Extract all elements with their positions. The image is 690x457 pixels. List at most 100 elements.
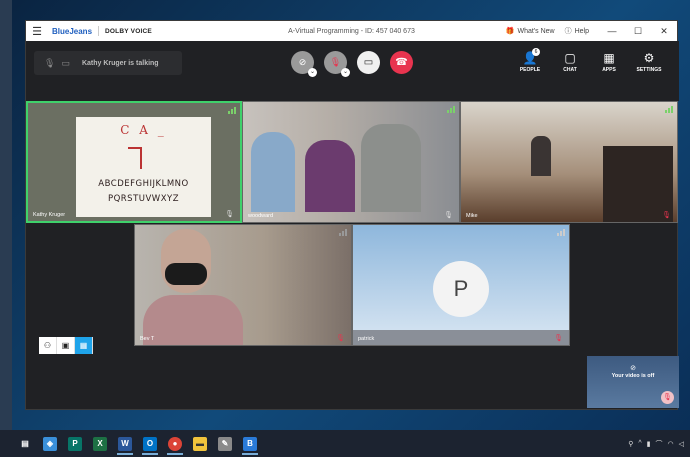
hangman-beam — [128, 147, 142, 149]
chevron-up-icon[interactable]: ^ — [638, 440, 641, 447]
people-count-badge: 6 — [532, 48, 540, 56]
apps-icon: ▦ — [603, 51, 615, 65]
signal-icon — [447, 106, 455, 113]
mic-off-icon[interactable]: 🎙 — [661, 391, 674, 404]
volume-icon[interactable]: ◁ — [679, 440, 684, 448]
hangman-post — [140, 147, 142, 169]
whiteboard-alphabet-line1: ABCDEFGHIJKLMNO — [98, 179, 189, 189]
person-silhouette — [531, 136, 551, 176]
chrome-icon[interactable]: ● — [164, 433, 186, 455]
publisher-icon[interactable]: P — [64, 433, 86, 455]
speaker-view-icon[interactable]: ▣ — [57, 337, 75, 354]
help-link[interactable]: ⓘ Help — [565, 26, 589, 36]
share-screen-button[interactable]: ▭ — [357, 51, 380, 74]
signal-icon — [665, 106, 673, 113]
task-view-icon[interactable]: ▤ — [14, 433, 36, 455]
bluejeans-logo: BlueJeans — [52, 26, 93, 36]
participant-name: Kathy Kruger — [33, 212, 66, 218]
mic-off-icon: 🎙 — [336, 335, 345, 342]
logo-divider — [98, 26, 100, 36]
system-tray: ⚲ ^ ▮ ⌒ ◠ ◁ — [628, 430, 684, 457]
screen-share-icon: ▭ — [363, 57, 374, 68]
whiteboard-top-text: C A _ — [120, 123, 167, 137]
whats-new-link[interactable]: 🎁 What's New — [505, 27, 555, 36]
chevron-down-icon[interactable]: ⌄ — [341, 68, 350, 77]
video-tile-patrick[interactable]: P patrick 🎙 — [352, 224, 570, 346]
maps-icon[interactable]: ◈ — [39, 433, 61, 455]
person-body — [143, 295, 243, 345]
help-label: Help — [574, 27, 589, 35]
video-toggle-button[interactable]: ⊘ ⌄ — [291, 51, 317, 77]
settings-label: SETTINGS — [636, 67, 662, 73]
mic-icon: 🎙 — [44, 57, 56, 68]
video-off-icon: ⊘ — [298, 57, 307, 67]
whats-new-label: What's New — [517, 27, 555, 35]
bluejeans-window: ☰ BlueJeans DOLBY VOICE A-Virtual Progra… — [25, 20, 679, 410]
video-tile-kathy[interactable]: C A _ ABCDEFGHIJKLMNO PQRSTUVWXYZ Kathy … — [26, 101, 242, 223]
chat-button[interactable]: ▢ CHAT — [553, 51, 587, 73]
participant-name: woodward — [248, 213, 274, 219]
video-tile-woodward[interactable]: woodward 🎙 — [242, 101, 460, 223]
windows-taskbar: ▤ ◈ P X W O ● ▬ ✎ B ⚲ ^ ▮ ⌒ ◠ ◁ — [0, 430, 690, 457]
participant-name: patrick — [358, 336, 375, 342]
people-button[interactable]: 👤 6 PEOPLE — [513, 48, 547, 73]
title-bar: ☰ BlueJeans DOLBY VOICE A-Virtual Progra… — [26, 21, 677, 41]
people-icon[interactable]: ⚲ — [628, 440, 633, 448]
dolby-voice-logo: DOLBY VOICE — [105, 27, 152, 35]
network-icon[interactable]: ⌒ — [656, 439, 663, 449]
camera-icon: ▭ — [61, 57, 70, 68]
help-icon: ⓘ — [564, 28, 572, 35]
video-tile-bev[interactable]: Bev T 🎙 — [134, 224, 352, 346]
name-bar — [353, 330, 569, 345]
wifi-icon[interactable]: ◠ — [668, 440, 674, 448]
mic-off-icon: 🎙 — [554, 335, 563, 342]
people-view-icon[interactable]: ⚇ — [39, 337, 57, 354]
video-off-icon: ⊘ — [630, 365, 636, 372]
minimize-button[interactable]: — — [599, 26, 625, 36]
person-silhouette — [361, 124, 421, 212]
people-label: PEOPLE — [519, 67, 541, 73]
mic-icon: 🎙 — [225, 211, 234, 218]
file-explorer-icon[interactable]: ▬ — [189, 433, 211, 455]
person-silhouette — [305, 140, 355, 212]
mute-toggle-button[interactable]: 🎙 ⌄ — [324, 51, 350, 77]
mic-off-icon: 🎙 — [662, 212, 671, 219]
paint-icon[interactable]: ✎ — [214, 433, 236, 455]
self-view-status: Your video is off — [611, 373, 655, 379]
whiteboard-alphabet-line2: PQRSTUVWXYZ — [107, 194, 180, 204]
participant-name: Bev T — [140, 336, 155, 342]
gift-icon: 🎁 — [505, 28, 515, 35]
chat-icon: ▢ — [564, 51, 576, 65]
apps-label: APPS — [602, 67, 616, 73]
gear-icon: ⚙ — [643, 51, 655, 65]
face-mask — [165, 263, 207, 285]
mic-icon: 🎙 — [444, 212, 453, 219]
excel-icon[interactable]: X — [89, 433, 111, 455]
close-button[interactable]: ✕ — [651, 26, 677, 37]
person-silhouette — [251, 132, 295, 212]
self-view-tile[interactable]: ⊘ Your video is off 🎙 — [587, 356, 679, 408]
chevron-down-icon[interactable]: ⌄ — [308, 68, 317, 77]
video-tile-mike[interactable]: Mike 🎙 — [460, 101, 678, 223]
word-icon[interactable]: W — [114, 433, 136, 455]
bluejeans-icon[interactable]: B — [239, 433, 261, 455]
whiteboard-image: C A _ ABCDEFGHIJKLMNO PQRSTUVWXYZ — [76, 117, 211, 217]
signal-icon — [339, 229, 347, 236]
apps-button[interactable]: ▦ APPS — [592, 51, 626, 73]
talking-status: Kathy Kruger is talking — [81, 59, 159, 67]
mic-off-icon: 🎙 — [329, 57, 342, 67]
end-call-button[interactable]: ☎ — [390, 51, 413, 74]
outlook-icon[interactable]: O — [139, 433, 161, 455]
desktop-edge — [0, 0, 12, 430]
layout-switcher: ⚇ ▣ ▦ — [39, 337, 93, 354]
battery-icon[interactable]: ▮ — [647, 440, 651, 448]
meeting-toolbar: 🎙 ▭ Kathy Kruger is talking ⊘ ⌄ 🎙 ⌄ ▭ ☎ … — [26, 41, 679, 101]
settings-button[interactable]: ⚙ SETTINGS — [632, 51, 666, 73]
hang-up-icon: ☎ — [395, 57, 408, 68]
gallery-view-icon[interactable]: ▦ — [75, 337, 93, 354]
participant-name: Mike — [466, 213, 478, 219]
signal-icon — [557, 229, 565, 236]
menu-icon[interactable]: ☰ — [26, 25, 48, 38]
maximize-button[interactable]: ☐ — [625, 26, 651, 37]
signal-icon — [228, 107, 236, 114]
